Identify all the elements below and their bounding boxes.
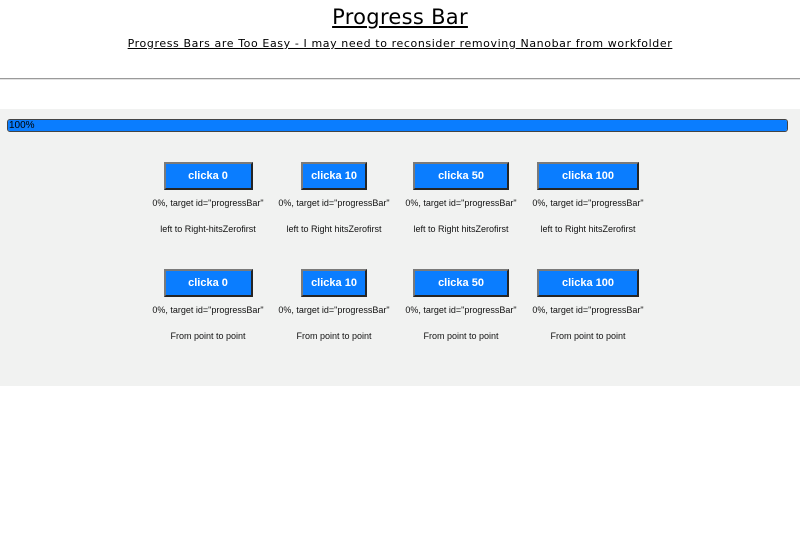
- mode-description: left to Right hitsZerofirst: [413, 224, 509, 234]
- target-info-text: 0%, target id="progressBar": [405, 198, 517, 208]
- target-info-text: 0%, target id="progressBar": [532, 305, 644, 315]
- mode-description: left to Right hitsZerofirst: [286, 224, 382, 234]
- progress-bar-fill: [8, 120, 787, 131]
- button-cell: clicka 50 0%, target id="progressBar" le…: [396, 162, 526, 235]
- mode-description: left to Right-hitsZerofirst: [160, 224, 256, 234]
- horizontal-divider: [0, 78, 800, 80]
- button-cell: clicka 10 0%, target id="progressBar" Fr…: [269, 269, 399, 342]
- mode-description: left to Right hitsZerofirst: [540, 224, 636, 234]
- button-grid: clicka 0 0%, target id="progressBar" lef…: [0, 162, 800, 376]
- clicka-50-button[interactable]: clicka 50: [413, 269, 509, 297]
- clicka-100-button[interactable]: clicka 100: [537, 162, 639, 190]
- mode-description: From point to point: [170, 331, 246, 341]
- clicka-0-button[interactable]: clicka 0: [163, 269, 253, 297]
- clicka-100-button[interactable]: clicka 100: [537, 269, 639, 297]
- target-info-text: 0%, target id="progressBar": [278, 198, 390, 208]
- button-cell: clicka 100 0%, target id="progressBar" l…: [523, 162, 653, 235]
- target-info-text: 0%, target id="progressBar": [152, 198, 264, 208]
- target-info-text: 0%, target id="progressBar": [405, 305, 517, 315]
- page-header: Progress Bar Progress Bars are Too Easy …: [0, 0, 800, 51]
- page-title: Progress Bar: [332, 5, 468, 29]
- mode-description: From point to point: [296, 331, 372, 341]
- target-info-text: 0%, target id="progressBar": [152, 305, 264, 315]
- button-row-point-to-point: clicka 0 0%, target id="progressBar" Fro…: [0, 269, 800, 376]
- progress-bar-label: 100%: [9, 120, 35, 131]
- target-info-text: 0%, target id="progressBar": [278, 305, 390, 315]
- clicka-10-button[interactable]: clicka 10: [301, 162, 367, 190]
- demo-panel: 100% clicka 0 0%, target id="progressBar…: [0, 109, 800, 386]
- button-cell: clicka 10 0%, target id="progressBar" le…: [269, 162, 399, 235]
- button-cell: clicka 50 0%, target id="progressBar" Fr…: [396, 269, 526, 342]
- target-info-text: 0%, target id="progressBar": [532, 198, 644, 208]
- page-subtitle: Progress Bars are Too Easy - I may need …: [127, 37, 673, 50]
- clicka-0-button[interactable]: clicka 0: [163, 162, 253, 190]
- clicka-10-button[interactable]: clicka 10: [301, 269, 367, 297]
- button-row-left-to-right: clicka 0 0%, target id="progressBar" lef…: [0, 162, 800, 269]
- button-cell: clicka 100 0%, target id="progressBar" F…: [523, 269, 653, 342]
- mode-description: From point to point: [550, 331, 626, 341]
- progress-bar: 100%: [7, 119, 788, 132]
- button-cell: clicka 0 0%, target id="progressBar" Fro…: [143, 269, 273, 342]
- clicka-50-button[interactable]: clicka 50: [413, 162, 509, 190]
- button-cell: clicka 0 0%, target id="progressBar" lef…: [143, 162, 273, 235]
- mode-description: From point to point: [423, 331, 499, 341]
